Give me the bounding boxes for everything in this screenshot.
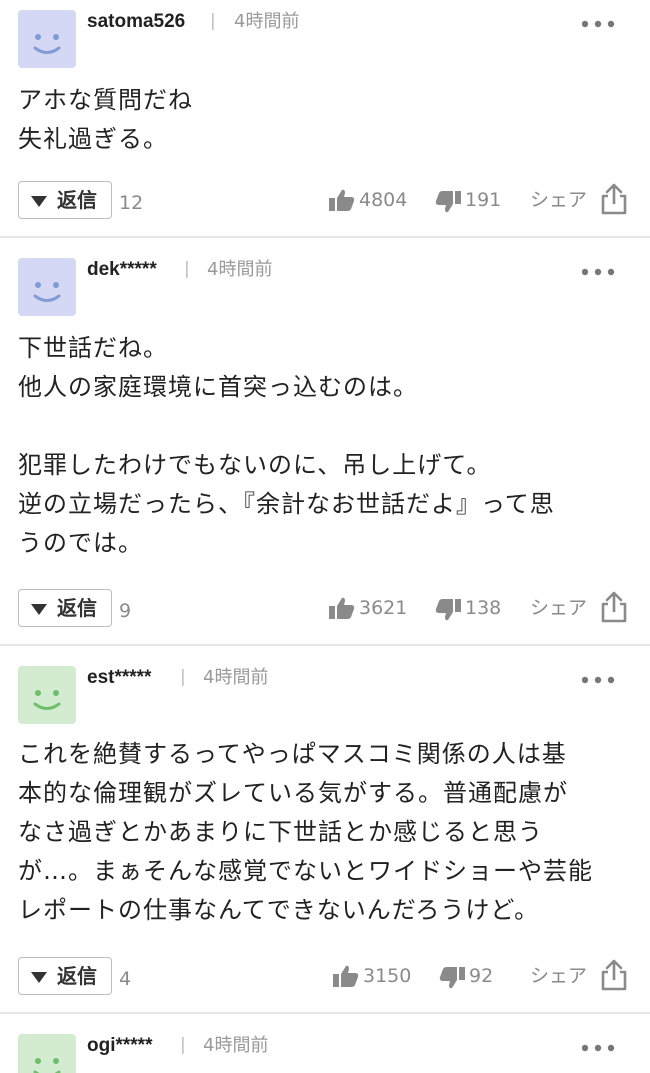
meta-separator: | (180, 667, 186, 687)
share-button[interactable] (600, 183, 628, 215)
avatar[interactable] (18, 1034, 76, 1073)
more-options-button[interactable] (580, 1040, 616, 1056)
comment-card: satoma526 | 4時間前 アホな質問だね 失礼過ぎる。 返信 12 48… (0, 0, 650, 238)
comment-card: dek***** | 4時間前 下世話だね。 他人の家庭環境に首突っ込むのは。 … (0, 248, 650, 646)
thumbs-down-icon (435, 191, 461, 213)
timestamp: 4時間前 (234, 11, 300, 32)
dislike-count: 92 (469, 965, 494, 987)
meta-separator: | (210, 11, 216, 31)
dislike-button[interactable] (435, 190, 461, 214)
like-count: 3621 (359, 597, 408, 619)
avatar[interactable] (18, 10, 76, 68)
thumbs-down-icon (435, 599, 461, 621)
share-icon (601, 591, 627, 623)
reply-button[interactable]: 返信 (18, 181, 112, 219)
reply-label: 返信 (57, 596, 97, 620)
avatar[interactable] (18, 666, 76, 724)
share-icon (601, 959, 627, 991)
timestamp: 4時間前 (207, 259, 273, 280)
more-options-button[interactable] (580, 16, 616, 32)
more-dots-icon (581, 268, 615, 276)
like-count: 3150 (363, 965, 412, 987)
like-button[interactable] (329, 188, 355, 212)
reply-label: 返信 (57, 188, 97, 212)
share-icon (601, 183, 627, 215)
share-button[interactable] (600, 959, 628, 991)
share-label[interactable]: シェア (530, 188, 587, 212)
comment-body: 下世話だね。 他人の家庭環境に首突っ込むのは。 犯罪したわけでもないのに、吊し上… (18, 334, 555, 557)
dislike-count: 138 (465, 597, 502, 619)
comment-feed: satoma526 | 4時間前 アホな質問だね 失礼過ぎる。 返信 12 48… (0, 0, 650, 1073)
thumbs-down-icon (439, 967, 465, 989)
comment-body: これを絶賛するってやっぱマスコミ関係の人は基 本的な倫理観がズレている気がする。… (18, 740, 593, 924)
triangle-down-icon (31, 604, 47, 615)
username[interactable]: dek***** (87, 258, 157, 282)
like-button[interactable] (329, 596, 355, 620)
share-label[interactable]: シェア (530, 964, 587, 988)
more-dots-icon (581, 1044, 615, 1052)
smiley-face-icon (33, 34, 61, 54)
reply-button[interactable]: 返信 (18, 589, 112, 627)
reply-label: 返信 (57, 964, 97, 988)
smiley-face-icon (33, 1058, 61, 1073)
share-label[interactable]: シェア (530, 596, 587, 620)
comment-card: est***** | 4時間前 これを絶賛するってやっぱマスコミ関係の人は基 本… (0, 656, 650, 1014)
like-count: 4804 (359, 189, 408, 211)
username[interactable]: est***** (87, 666, 151, 690)
dislike-count: 191 (465, 189, 502, 211)
reply-count: 9 (119, 600, 132, 622)
reply-count: 4 (119, 968, 132, 990)
share-button[interactable] (600, 591, 628, 623)
timestamp: 4時間前 (203, 1035, 269, 1056)
more-options-button[interactable] (580, 264, 616, 280)
dislike-button[interactable] (439, 966, 465, 990)
comment-card: ogi***** | 4時間前 (0, 1024, 650, 1073)
reply-count: 12 (119, 192, 144, 214)
timestamp: 4時間前 (203, 667, 269, 688)
more-dots-icon (581, 20, 615, 28)
triangle-down-icon (31, 972, 47, 983)
more-dots-icon (581, 676, 615, 684)
thumbs-up-icon (329, 597, 355, 619)
thumbs-up-icon (329, 189, 355, 211)
avatar[interactable] (18, 258, 76, 316)
username[interactable]: satoma526 (87, 10, 185, 34)
smiley-face-icon (33, 690, 61, 710)
username[interactable]: ogi***** (87, 1034, 152, 1058)
reply-button[interactable]: 返信 (18, 957, 112, 995)
thumbs-up-icon (333, 965, 359, 987)
comment-body: アホな質問だね 失礼過ぎる。 (18, 86, 193, 153)
smiley-face-icon (33, 282, 61, 302)
more-options-button[interactable] (580, 672, 616, 688)
triangle-down-icon (31, 196, 47, 207)
meta-separator: | (180, 1035, 186, 1055)
like-button[interactable] (333, 964, 359, 988)
dislike-button[interactable] (435, 598, 461, 622)
meta-separator: | (184, 259, 190, 279)
